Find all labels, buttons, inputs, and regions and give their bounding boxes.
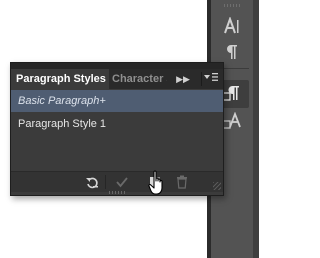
tab-paragraph-styles[interactable]: Paragraph Styles <box>11 69 109 89</box>
style-item-basic-paragraph[interactable]: Basic Paragraph+ <box>11 90 223 112</box>
hand-cursor-icon <box>148 170 168 196</box>
paragraph-styles-panel: Paragraph Styles Character Styles ▶▶ Bas… <box>10 62 224 196</box>
panel-bottom-grip[interactable] <box>109 191 125 194</box>
expand-panel-icon[interactable]: ▶▶ <box>175 72 191 86</box>
tab-character-styles[interactable]: Character Styles <box>107 69 167 89</box>
footer-separator <box>105 175 106 189</box>
clear-overrides-icon[interactable] <box>83 174 101 190</box>
delete-icon[interactable] <box>173 174 191 190</box>
panel-tab-bar: Paragraph Styles Character Styles ▶▶ <box>11 69 223 89</box>
dock-grip[interactable] <box>224 4 240 7</box>
character-icon[interactable] <box>215 12 249 40</box>
panel-footer <box>11 171 223 192</box>
redefine-style-icon[interactable] <box>113 174 131 190</box>
panel-resize-grip[interactable] <box>213 182 221 190</box>
dock-edge <box>253 0 259 258</box>
style-item-paragraph-style-1[interactable]: Paragraph Style 1 <box>11 113 223 135</box>
panel-menu-icon[interactable] <box>201 72 220 86</box>
